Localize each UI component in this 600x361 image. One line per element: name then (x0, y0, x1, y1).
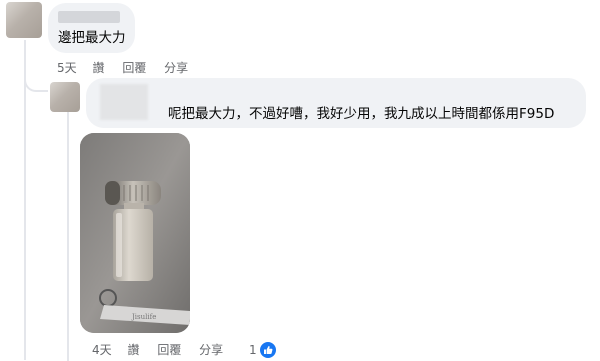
thumbs-up-icon (259, 342, 276, 358)
reply-bubble: 呢把最大力，不過好嘈，我好少用，我九成以上時間都係用F95D (86, 78, 586, 128)
comment-text: 邊把最大力 (58, 30, 126, 46)
reply-share-button[interactable]: 分享 (199, 341, 223, 358)
share-button[interactable]: 分享 (164, 59, 188, 76)
reply-actions: 4天 讚 回覆 分享 1 (92, 341, 290, 358)
comment-time[interactable]: 5天 (57, 59, 77, 76)
reply-button[interactable]: 回覆 (122, 59, 146, 76)
comment-actions: 5天 讚 回覆 分享 (57, 59, 202, 76)
reply-reply-button[interactable]: 回覆 (157, 341, 181, 358)
comment-bubble: 邊把最大力 (48, 3, 135, 53)
thread-elbow (24, 70, 48, 92)
reply-avatar[interactable] (50, 82, 80, 112)
like-button[interactable]: 讚 (92, 59, 104, 76)
author-name-redacted[interactable] (58, 11, 120, 23)
device-image: Jisulife (80, 133, 190, 333)
like-count: 1 (249, 343, 257, 357)
strap-text: Jisulife (131, 313, 156, 321)
reply-thread-line (67, 112, 69, 361)
reply-text: 呢把最大力，不過好嘈，我好少用，我九成以上時間都係用F95D (168, 106, 555, 122)
like-count-group[interactable]: 1 (249, 342, 290, 358)
avatar[interactable] (6, 2, 42, 38)
thread-line (24, 40, 26, 360)
author-name-redacted (100, 84, 148, 120)
reply-photo[interactable]: Jisulife (80, 133, 190, 333)
reply-time[interactable]: 4天 (92, 341, 112, 358)
reply-like-button[interactable]: 讚 (127, 341, 139, 358)
